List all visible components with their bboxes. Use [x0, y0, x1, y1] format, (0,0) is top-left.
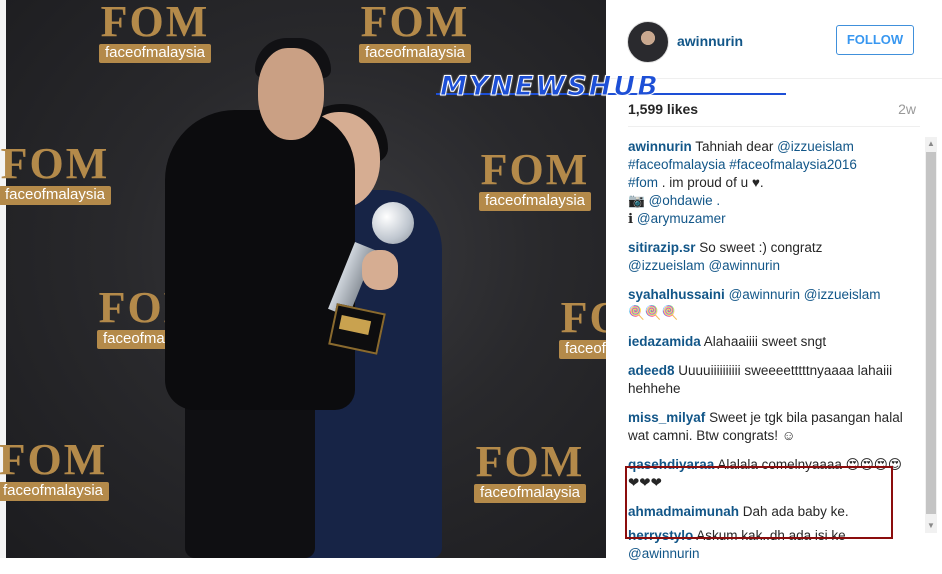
- mention-link[interactable]: @izzueislam @awinnurin: [628, 258, 780, 273]
- backdrop-logo-mark: FOM: [100, 0, 210, 46]
- backdrop-logo: FOM faceofmalaysia: [0, 438, 128, 502]
- post-username[interactable]: awinnurin: [677, 33, 743, 49]
- mention-link[interactable]: @awinnurin @izzueislam: [729, 287, 881, 302]
- comment-user[interactable]: adeed8: [628, 363, 675, 378]
- scroll-down-icon[interactable]: ▼: [926, 520, 936, 532]
- backdrop-logo-mark: FOM: [0, 435, 108, 484]
- backdrop-logo-sub: faceofmalaysia: [98, 44, 212, 63]
- comment-text: So sweet :) congratz: [699, 240, 823, 255]
- comment-user[interactable]: miss_milyaf: [628, 410, 705, 425]
- mention-link[interactable]: @awinnurin: [628, 546, 700, 561]
- hashtag-link[interactable]: #faceofmalaysia #faceofmalaysia2016: [628, 157, 857, 172]
- list-item: sitirazip.sr So sweet :) congratz @izzue…: [628, 239, 910, 275]
- comment-user[interactable]: syahalhussaini: [628, 287, 725, 302]
- backdrop-logo-sub: faceofmalaysia: [478, 192, 592, 211]
- caption-text: Tahniah dear: [695, 139, 774, 154]
- mention-link[interactable]: @arymuzamer: [637, 211, 726, 226]
- list-item: adeed8 Uuuuiiiiiiiiii sweeeetttttnyaaaa …: [628, 362, 910, 398]
- man-figure: [165, 110, 355, 410]
- list-item: miss_milyaf Sweet je tgk bila pasangan h…: [628, 409, 910, 445]
- caption-text: . im proud of u: [661, 175, 749, 190]
- backdrop-logo-sub: faceofmalaysia: [358, 44, 472, 63]
- backdrop-logo-mark: FOM: [560, 293, 606, 342]
- avatar[interactable]: [627, 21, 669, 63]
- trophy-globe: [372, 202, 414, 244]
- backdrop-logo: FOM faceofmalaysia: [0, 142, 130, 206]
- comment-user[interactable]: awinnurin: [628, 139, 692, 154]
- backdrop-logo: FOM faceofmalaysia: [80, 0, 230, 64]
- backdrop-logo: FOM faceofmalaysia: [455, 440, 605, 504]
- comment-user[interactable]: iedazamida: [628, 334, 701, 349]
- watermark: MYNEWSHUB: [440, 71, 660, 102]
- backdrop-logo: FOM faceofmalaysia: [460, 148, 606, 212]
- camera-icon: 📷: [628, 193, 645, 208]
- backdrop-logo-mark: FOM: [0, 139, 110, 188]
- list-item: syahalhussaini @awinnurin @izzueislam 🍭🍭…: [628, 286, 910, 322]
- comment-emoji: 🍭🍭🍭: [628, 305, 679, 320]
- backdrop-logo-mark: FOM: [475, 437, 585, 486]
- divider: [628, 126, 920, 127]
- scroll-up-icon[interactable]: ▲: [926, 138, 936, 150]
- comment-user[interactable]: sitirazip.sr: [628, 240, 696, 255]
- backdrop-logo-sub: faceofmalaysia: [473, 484, 587, 503]
- highlight-box: [625, 466, 893, 539]
- post-time[interactable]: 2w: [898, 101, 916, 117]
- list-item: iedazamida Alahaaiiii sweet sngt: [628, 333, 910, 351]
- likes-count[interactable]: 1,599 likes: [628, 101, 698, 117]
- backdrop-logo-sub: faceofmalaysia: [0, 482, 110, 501]
- hashtag-link[interactable]: #fom: [628, 175, 658, 190]
- backdrop-logo-mark: FOM: [360, 0, 470, 46]
- mention-link[interactable]: @izzueislam: [777, 139, 854, 154]
- mention-link[interactable]: @ohdawie .: [649, 193, 721, 208]
- man-face: [258, 48, 324, 140]
- info-icon: ℹ: [628, 211, 634, 226]
- backdrop-logo: FOM faceofmalaysia: [540, 296, 606, 360]
- heart-icon: ♥.: [751, 175, 764, 190]
- comment-text: Alahaaiiii sweet sngt: [703, 334, 827, 349]
- backdrop-logo-mark: FOM: [480, 145, 590, 194]
- backdrop-logo: FOM faceofmalaysia: [340, 0, 490, 64]
- post-header: awinnurin FOLLOW: [606, 0, 942, 79]
- hand: [362, 250, 398, 290]
- caption: awinnurin Tahniah dear @izzueislam #face…: [628, 138, 910, 228]
- backdrop-logo-sub: faceofmalaysia: [558, 340, 606, 359]
- follow-button[interactable]: FOLLOW: [836, 25, 914, 55]
- backdrop-logo-sub: faceofmalaysia: [0, 186, 112, 205]
- scrollbar-thumb[interactable]: [926, 152, 936, 514]
